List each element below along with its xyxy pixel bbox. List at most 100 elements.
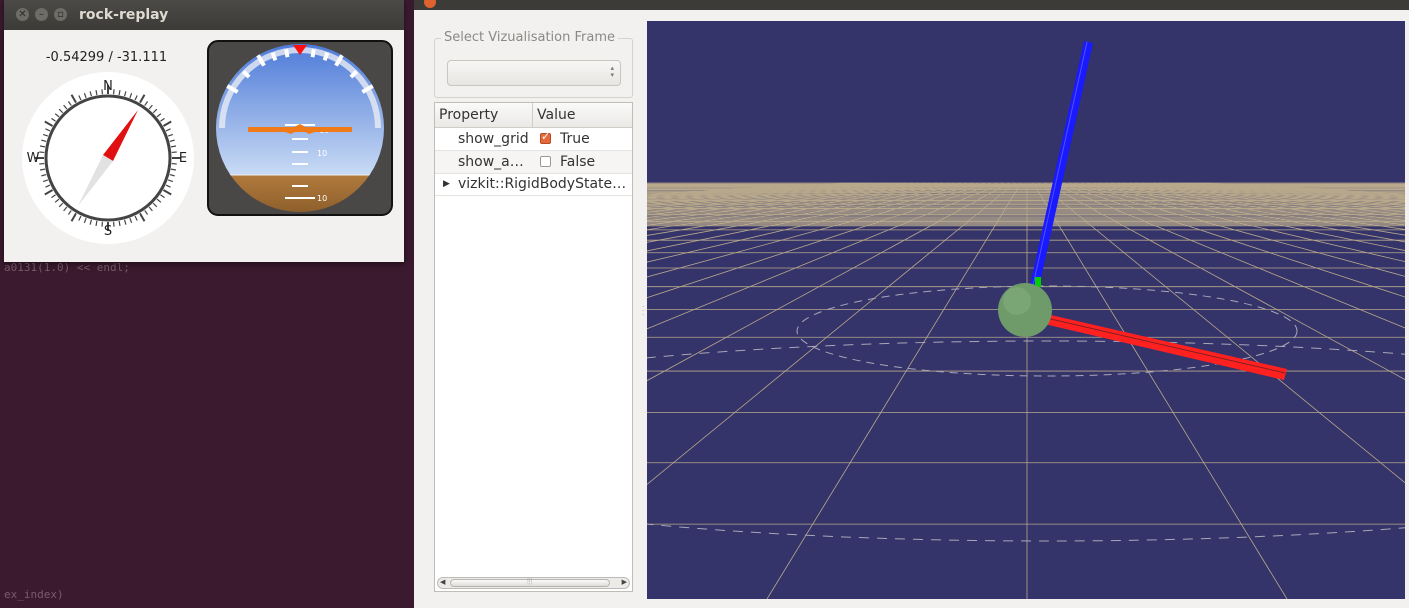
terminal-line: ex_index) [4,588,64,601]
grid-line [1140,182,1405,207]
grid-line [647,182,890,201]
grid-line [1098,182,1405,226]
grid-line [647,182,956,226]
grid-line [647,182,896,202]
grid-line [1194,182,1405,196]
grid-line [1170,182,1405,200]
grid-line [647,182,848,195]
show-grid-checkbox[interactable] [540,130,551,144]
grid-line [1038,182,1405,484]
property-name: show_grid [458,131,529,147]
close-button[interactable]: ✕ [16,8,29,21]
terminal-line: a0131(1.0) << endl; [4,261,130,274]
grid-line [1050,182,1405,329]
compass-tick [118,220,121,227]
grid-line [1146,182,1405,205]
compass-tick [170,168,177,171]
show-axes-checkbox[interactable] [540,156,551,167]
grip-icon: ⦙⦙⦙ [527,577,533,586]
maximize-button[interactable]: ▫ [54,8,67,21]
grid-line [1158,182,1405,202]
grid-line [647,182,920,209]
window-title: rock-replay [79,7,169,23]
grid-line [1086,182,1405,236]
grid-line [647,182,944,219]
grid-line [1080,182,1405,243]
grid-line [647,182,872,198]
heading-readout: -0.54299 / -31.111 [45,50,168,65]
property-value: False [560,154,596,170]
bank-tick [270,52,278,62]
grid-line [1044,182,1405,380]
grid-line [647,182,950,222]
property-name: show_a… [458,154,524,170]
bank-tick [284,48,290,58]
compass-tick [95,89,98,96]
grid-line [647,182,932,213]
property-name: vizkit::RigidBodyState… [458,176,627,192]
group-title: Select Vizualisation Frame [441,30,618,45]
grid-line [647,182,962,231]
3d-scene [647,41,1405,599]
close-button[interactable] [424,0,436,8]
table-row[interactable]: show_a… False [435,151,632,174]
pitch-label: 10 [317,194,327,203]
grid-line [647,182,908,205]
bank-tick [310,48,316,58]
compass-label-n: N [103,79,113,94]
grid-line [647,182,926,211]
splitter-handle[interactable]: · · · [642,304,644,319]
compass-tick [170,145,177,148]
minimize-button[interactable]: – [35,8,48,21]
compass-tick [39,168,46,171]
grid-line [1056,182,1405,298]
main-window: Select Vizualisation Frame ▴ ▾ Property V… [414,0,1409,608]
table-header: Property Value [435,103,632,128]
grid-line [1128,182,1405,210]
grid-line [647,182,998,299]
grid-line [1074,182,1405,251]
title-bar [414,0,1409,10]
table-row[interactable]: show_grid True [435,128,632,151]
grid-line [1134,182,1405,208]
artificial-horizon: 10 10 20 [207,40,393,216]
grid-line [647,182,938,216]
compass-label-s: S [104,224,112,239]
grid-line [1068,182,1405,263]
compass-widget: N S E W [22,72,194,244]
compass-window: ✕ – ▫ rock-replay -0.54299 / -31.111 N S… [4,0,404,262]
grid-line [1182,182,1405,198]
scroll-right-icon[interactable]: ▶ [622,578,627,586]
scrollbar-thumb[interactable]: ⦙⦙⦙ [450,577,610,587]
grid-line [647,182,914,207]
pitch-label: 10 [317,149,327,158]
table-row[interactable]: ▶ vizkit::RigidBodyState… [435,173,632,196]
column-header-property[interactable]: Property [435,103,533,127]
expand-arrow-icon[interactable]: ▶ [443,173,450,195]
grid-line [647,182,980,252]
grid-line [647,182,974,243]
compass-tick [95,220,98,227]
title-bar: ✕ – ▫ rock-replay [4,0,404,30]
column-header-value[interactable]: Value [533,103,632,127]
grid-line [1152,182,1405,204]
grid-line [647,182,854,196]
grid-line [1062,182,1405,277]
property-value: True [560,131,590,147]
ground-grid [647,182,1405,599]
grid-line [647,182,986,263]
compass-label-w: W [27,151,40,166]
axis-z [1027,41,1093,301]
frame-combo[interactable]: ▴ ▾ [447,60,621,86]
scroll-left-icon[interactable]: ◀ [440,578,445,586]
grid-line [1200,182,1405,195]
3d-viewport[interactable] [647,21,1405,599]
frame-selector-group: Select Vizualisation Frame ▴ ▾ [434,30,633,98]
compass-tick [118,89,121,96]
grid-line [1164,182,1405,201]
bank-tick [322,52,330,62]
grid-line [647,182,902,204]
property-table: Property Value show_grid True show_a… Fa… [434,102,633,592]
compass-label-e: E [179,151,187,166]
horizontal-scrollbar[interactable]: ◀ ⦙⦙⦙ ▶ [437,577,630,589]
